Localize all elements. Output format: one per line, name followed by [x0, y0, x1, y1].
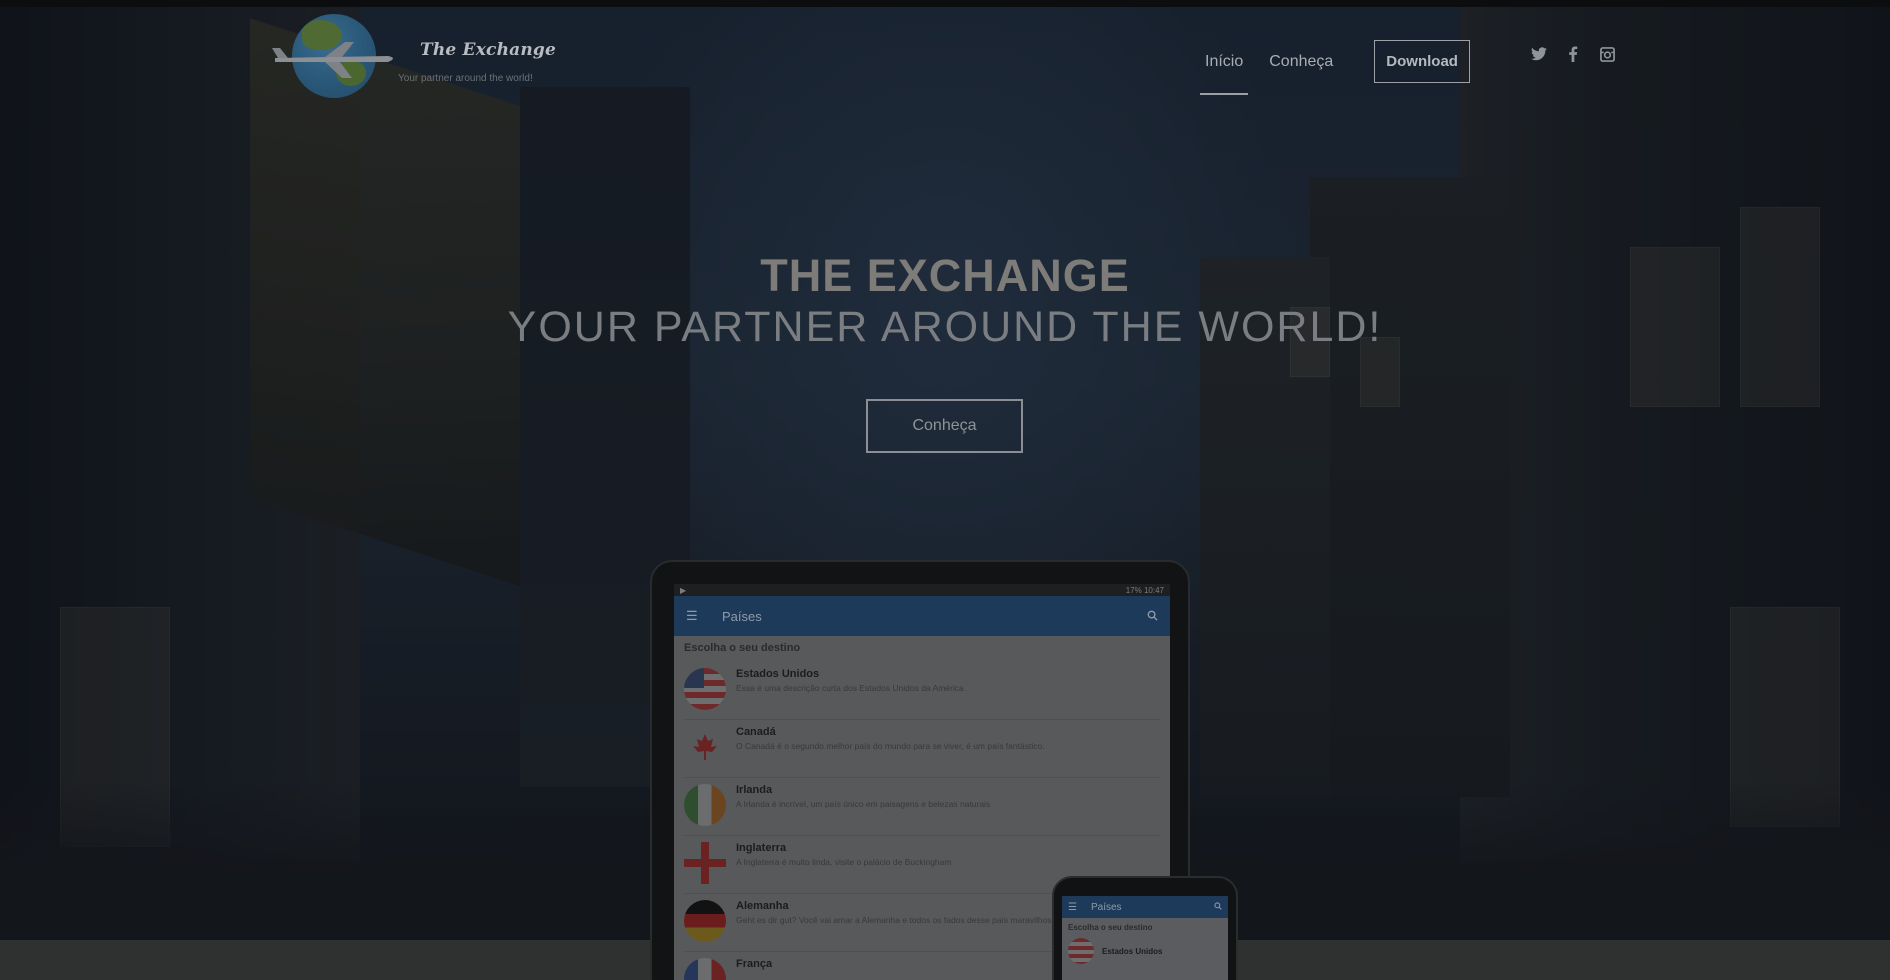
brand-logo[interactable]: The Exchange Your partner around the wor…	[270, 10, 570, 100]
airplane-icon	[272, 42, 393, 78]
country-name: Alemanha	[736, 900, 789, 912]
search-icon[interactable]	[1147, 609, 1158, 624]
app-bar-title: Países	[722, 608, 762, 624]
england-flag-icon	[684, 842, 726, 884]
list-header: Escolha o seu destino	[684, 642, 801, 654]
play-store-icon: ▶	[680, 585, 687, 595]
phone-app-bar-title: Países	[1090, 901, 1122, 913]
country-desc: Essa é uma descrição curta dos Estados U…	[736, 683, 964, 693]
hamburger-menu-icon[interactable]: ☰	[686, 608, 700, 624]
country-name: Canadá	[736, 726, 776, 738]
country-name: Estados Unidos	[736, 668, 820, 680]
instagram-icon[interactable]	[1598, 45, 1616, 63]
app-bar: ☰ Países	[674, 596, 1170, 636]
main-nav: Início Conheça Download	[1200, 40, 1470, 95]
country-desc: A Irlanda é incrível, um país único em p…	[736, 799, 991, 809]
list-item-estados-unidos[interactable]: Estados Unidos Essa é uma descrição curt…	[684, 662, 1160, 720]
hamburger-menu-icon[interactable]: ☰	[1068, 902, 1077, 913]
nav-item-inicio[interactable]: Início	[1200, 45, 1249, 95]
brand-name: The Exchange	[420, 40, 557, 60]
social-links	[1530, 45, 1632, 63]
phone-app-bar: ☰ Países	[1062, 896, 1228, 918]
phone-country-name: Estados Unidos	[1102, 946, 1163, 956]
conheca-cta-button[interactable]: Conheça	[866, 399, 1023, 453]
facebook-icon[interactable]	[1564, 45, 1582, 63]
search-icon[interactable]	[1214, 901, 1222, 913]
country-desc: A Inglaterra é muito linda, visite o pal…	[736, 857, 952, 867]
download-button[interactable]: Download	[1374, 40, 1470, 83]
phone-screen: ☰ Países Escolha o seu destino Estados U…	[1062, 896, 1228, 980]
phone-list-item[interactable]: Estados Unidos	[1068, 938, 1222, 964]
brand-tagline: Your partner around the world!	[398, 73, 533, 84]
us-flag-icon	[684, 668, 726, 710]
hero-subtitle: YOUR PARTNER AROUND THE WORLD!	[507, 303, 1383, 351]
phone-country-list: Escolha o seu destino Estados Unidos	[1062, 918, 1228, 969]
list-item-irlanda[interactable]: Irlanda A Irlanda é incrível, um país ún…	[684, 778, 1160, 836]
hero-title: THE EXCHANGE	[760, 250, 1130, 301]
country-name: Irlanda	[736, 784, 773, 796]
phone-list-header: Escolha o seu destino	[1068, 923, 1153, 932]
status-time: 17% 10:47	[1125, 585, 1164, 595]
nav-item-conheca[interactable]: Conheça	[1264, 45, 1338, 79]
phone-mockup: ☰ Países Escolha o seu destino Estados U…	[1052, 876, 1238, 980]
france-flag-icon	[684, 958, 726, 980]
us-flag-icon	[1068, 938, 1094, 964]
country-desc: Geht es dir gut? Você vai amar a Alemanh…	[736, 915, 1057, 925]
list-item-canada[interactable]: Canadá O Canadá é o segundo melhor país …	[684, 720, 1160, 778]
country-desc: O Canadá é o segundo melhor país do mund…	[736, 741, 1045, 751]
germany-flag-icon	[684, 900, 726, 942]
status-bar: ▶ 17% 10:47	[674, 584, 1170, 596]
maple-leaf-flag-icon	[684, 726, 726, 768]
ireland-flag-icon	[684, 784, 726, 826]
twitter-icon[interactable]	[1530, 45, 1548, 63]
country-name: Inglaterra	[736, 842, 787, 854]
country-name: França	[736, 958, 773, 970]
top-edge-bar	[0, 0, 1890, 7]
